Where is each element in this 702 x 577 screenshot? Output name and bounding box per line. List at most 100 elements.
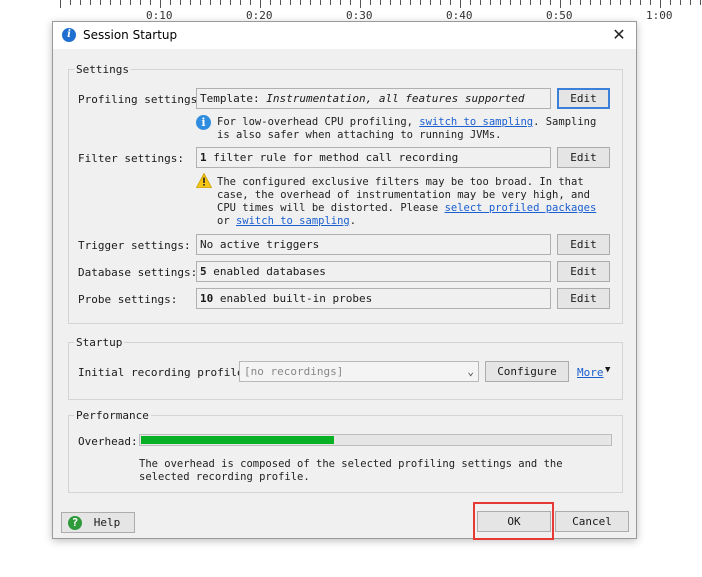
ruler-tick <box>120 0 121 5</box>
settings-group-title: Settings <box>74 63 131 76</box>
ruler-tick <box>580 0 581 5</box>
more-arrow-icon[interactable]: ▼ <box>605 365 610 375</box>
ruler-tick <box>150 0 151 5</box>
ruler-tick <box>70 0 71 5</box>
ruler-tick <box>490 0 491 5</box>
ruler-tick <box>180 0 181 5</box>
cancel-button[interactable]: Cancel <box>555 511 629 532</box>
ruler-tick <box>90 0 91 5</box>
ruler-tick <box>590 0 591 5</box>
switch-to-sampling-link[interactable]: switch to sampling <box>419 116 533 128</box>
ruler-tick <box>560 0 561 8</box>
configure-button[interactable]: Configure <box>485 361 569 382</box>
help-icon: ? <box>68 516 82 530</box>
ruler-tick <box>670 0 671 5</box>
ruler-tick <box>400 0 401 5</box>
ruler-tick <box>610 0 611 5</box>
ruler-tick <box>110 0 111 5</box>
ruler-tick <box>430 0 431 5</box>
ruler-tick <box>690 0 691 5</box>
filter-warning-suffix: . <box>349 215 357 227</box>
filter-settings-field: 1 filter rule for method call recording <box>196 147 551 168</box>
overhead-progress-bar <box>139 434 612 446</box>
ruler-tick <box>470 0 471 5</box>
ruler-tick <box>280 0 281 5</box>
ruler-tick <box>220 0 221 5</box>
ruler-tick <box>410 0 411 5</box>
ruler-tick <box>130 0 131 5</box>
ruler-tick <box>80 0 81 5</box>
ruler-tick <box>500 0 501 5</box>
profiling-note-prefix: For low-overhead CPU profiling, <box>217 116 420 128</box>
select-profiled-packages-link[interactable]: select profiled packages <box>445 202 597 214</box>
ruler-tick <box>520 0 521 5</box>
chevron-down-icon: ⌄ <box>467 365 474 378</box>
ruler-tick <box>260 0 261 8</box>
profiling-edit-button[interactable]: Edit <box>557 88 610 109</box>
close-icon[interactable]: ✕ <box>608 24 630 46</box>
info-icon: i <box>196 115 211 130</box>
ruler-tick <box>530 0 531 5</box>
ruler-tick <box>510 0 511 5</box>
database-value-text: enabled databases <box>206 265 326 278</box>
ruler-tick <box>450 0 451 5</box>
ruler-tick <box>640 0 641 5</box>
ruler-tick <box>300 0 301 5</box>
ruler-tick <box>380 0 381 5</box>
overhead-label: Overhead: <box>78 435 138 448</box>
profiling-settings-label: Profiling settings: <box>78 93 204 106</box>
title-bar[interactable]: i Session Startup ✕ <box>53 22 636 49</box>
ruler-tick <box>200 0 201 5</box>
ruler-tick <box>420 0 421 5</box>
ruler-label: 1:00 <box>646 9 673 22</box>
ruler-tick <box>390 0 391 5</box>
ruler-tick <box>310 0 311 5</box>
ruler-tick <box>480 0 481 5</box>
ok-button[interactable]: OK <box>477 511 551 532</box>
performance-group-title: Performance <box>74 409 151 422</box>
probe-edit-button[interactable]: Edit <box>557 288 610 309</box>
trigger-settings-label: Trigger settings: <box>78 239 191 252</box>
ruler-tick <box>620 0 621 5</box>
recording-profile-select[interactable]: [no recordings] ⌄ <box>239 361 479 382</box>
recording-profile-label: Initial recording profile: <box>78 366 251 379</box>
ruler-tick <box>350 0 351 5</box>
trigger-settings-field: No active triggers <box>196 234 551 255</box>
ruler-tick <box>650 0 651 5</box>
ruler-tick <box>570 0 571 5</box>
switch-to-sampling-link-2[interactable]: switch to sampling <box>236 215 350 227</box>
dialog-title: Session Startup <box>83 28 178 42</box>
ruler-tick <box>170 0 171 5</box>
jprofiler-icon: i <box>62 28 76 42</box>
ruler-tick <box>630 0 631 5</box>
ruler-tick <box>340 0 341 5</box>
ruler-tick <box>680 0 681 5</box>
startup-group-title: Startup <box>74 336 125 349</box>
overhead-progress-fill <box>141 436 335 444</box>
ruler-tick <box>330 0 331 5</box>
help-button-label: Help <box>93 516 121 529</box>
session-startup-dialog: i Session Startup ✕ Settings Profiling s… <box>52 21 637 540</box>
more-link[interactable]: More <box>577 366 604 379</box>
ruler-tick <box>700 0 701 5</box>
profiling-value-template: Instrumentation, all features supported <box>266 92 525 105</box>
filter-edit-button[interactable]: Edit <box>557 147 610 168</box>
profiling-note: For low-overhead CPU profiling, switch t… <box>217 116 607 142</box>
ruler-tick <box>550 0 551 5</box>
ruler-tick <box>160 0 161 8</box>
filter-value-text: filter rule for method call recording <box>206 151 459 164</box>
database-edit-button[interactable]: Edit <box>557 261 610 282</box>
filter-count: 1 <box>200 151 207 164</box>
more-link-text: More <box>577 366 604 379</box>
probe-value-text: enabled built-in probes <box>213 292 373 305</box>
ruler-tick <box>460 0 461 8</box>
trigger-edit-button[interactable]: Edit <box>557 234 610 255</box>
ruler-tick <box>240 0 241 5</box>
probe-settings-field: 10 enabled built-in probes <box>196 288 551 309</box>
help-button[interactable]: ? Help <box>61 512 135 533</box>
database-count: 5 <box>200 265 207 278</box>
recording-profile-value: [no recordings] <box>244 365 344 378</box>
ruler-tick <box>210 0 211 5</box>
ruler-tick <box>290 0 291 5</box>
ruler-tick <box>60 0 61 8</box>
